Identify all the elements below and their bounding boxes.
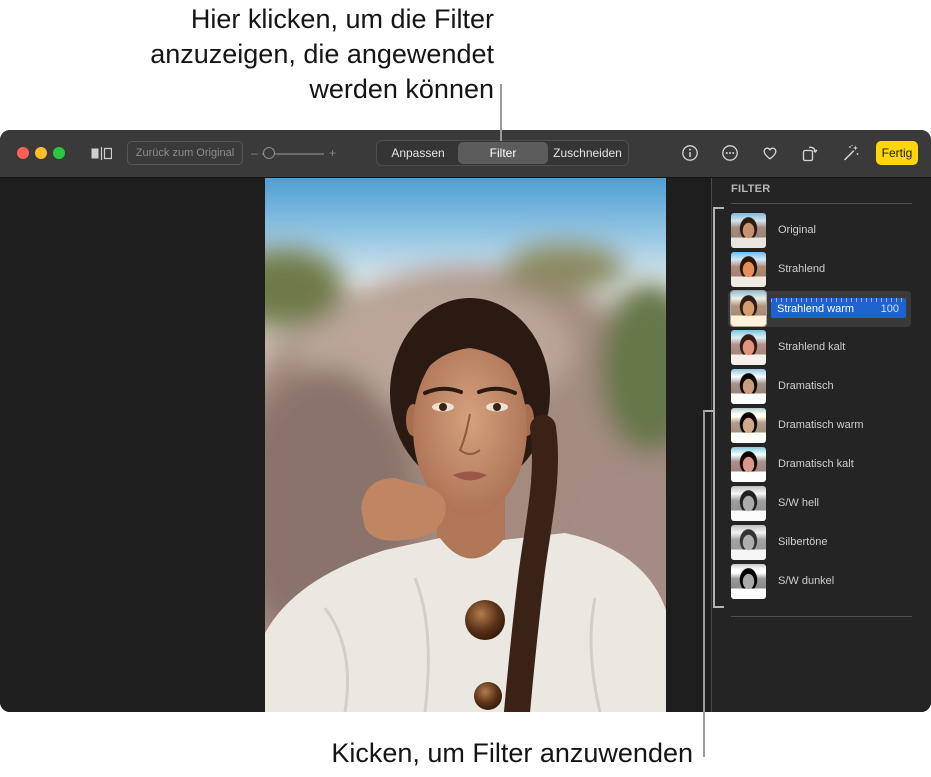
filter-thumbnail[interactable] — [731, 447, 766, 482]
filter-item-strahlend-kalt[interactable]: Strahlend kalt — [728, 328, 912, 367]
filter-item-silbertoene[interactable]: Silbertöne — [728, 523, 912, 562]
filter-intensity-slider[interactable]: Strahlend warm 100 — [771, 298, 906, 318]
photo-preview — [265, 178, 666, 712]
heart-icon[interactable] — [760, 143, 780, 163]
zoom-in-label[interactable]: + — [329, 145, 336, 161]
callout-bracket — [713, 207, 715, 608]
filter-thumbnail[interactable] — [731, 408, 766, 443]
info-button[interactable] — [680, 143, 700, 163]
filter-thumbnail[interactable] — [731, 525, 766, 560]
callout-top-line-2: anzuzeigen, die angewendet — [150, 39, 494, 69]
filter-label: Silbertöne — [778, 536, 828, 548]
callout-bracket-middle-tick — [703, 410, 714, 412]
filter-thumbnail[interactable] — [731, 369, 766, 404]
zoom-button[interactable] — [53, 147, 65, 159]
callout-bottom: Kicken, um Filter anzuwenden — [331, 738, 693, 768]
sidebar-title: FILTER — [731, 183, 771, 195]
callout-top-line-1: Hier klicken, um die Filter — [190, 4, 494, 34]
close-button[interactable] — [17, 147, 29, 159]
more-button[interactable] — [720, 143, 740, 163]
callout-bottom-leader-line — [703, 410, 705, 757]
filter-item-sw-dunkel[interactable]: S/W dunkel — [728, 562, 912, 601]
callout-top-line-3: werden können — [309, 74, 494, 104]
rotate-icon[interactable] — [800, 143, 820, 163]
filter-label: S/W dunkel — [778, 575, 835, 587]
filter-thumbnail[interactable] — [731, 213, 766, 248]
filter-item-dramatisch-warm[interactable]: Dramatisch warm — [728, 406, 912, 445]
tab-zuschneiden[interactable]: Zuschneiden — [548, 142, 627, 164]
filter-thumbnail[interactable] — [731, 486, 766, 521]
filter-label: Dramatisch warm — [778, 419, 864, 431]
filter-label: Dramatisch kalt — [778, 458, 854, 470]
filter-item-strahlend[interactable]: Strahlend — [728, 250, 912, 289]
filter-label: Strahlend warm — [777, 303, 855, 315]
magic-wand-icon[interactable] — [841, 143, 861, 163]
filter-item-strahlend-warm[interactable]: Strahlend warm 100 — [728, 289, 912, 328]
filter-item-dramatisch[interactable]: Dramatisch — [728, 367, 912, 406]
more-icon[interactable] — [720, 143, 740, 163]
info-icon[interactable] — [680, 143, 700, 163]
filter-label: S/W hell — [778, 497, 819, 509]
zoom-out-label[interactable]: – — [251, 145, 258, 161]
revert-to-original-button[interactable]: Zurück zum Original — [127, 141, 243, 165]
tab-anpassen[interactable]: Anpassen — [378, 142, 458, 164]
filter-label: Strahlend kalt — [778, 341, 846, 353]
callout-top: Hier klicken, um die Filter anzuzeigen, … — [0, 2, 494, 107]
sidebar-divider-top — [731, 203, 912, 204]
compare-icon[interactable] — [91, 147, 113, 160]
favorite-button[interactable] — [760, 143, 780, 163]
filter-item-original[interactable]: Original — [728, 211, 912, 250]
filter-thumbnail[interactable] — [731, 252, 766, 287]
filter-item-dramatisch-kalt[interactable]: Dramatisch kalt — [728, 445, 912, 484]
sidebar-divider-bottom — [731, 616, 912, 617]
toolbar: Zurück zum Original – + Anpassen Filter … — [0, 130, 931, 178]
filter-label: Original — [778, 224, 816, 236]
tab-filter[interactable]: Filter — [458, 142, 548, 164]
sidebar-separator — [711, 178, 712, 712]
filter-thumbnail[interactable] — [731, 330, 766, 365]
filter-thumbnail[interactable] — [731, 291, 766, 326]
done-button[interactable]: Fertig — [876, 141, 918, 165]
rotate-button[interactable] — [800, 143, 820, 163]
zoom-slider-knob[interactable] — [263, 147, 276, 159]
editor-area: FILTER Original Strahlend Strahlend warm… — [0, 178, 931, 712]
filter-thumbnail[interactable] — [731, 564, 766, 599]
enhance-button[interactable] — [841, 143, 861, 163]
minimize-button[interactable] — [35, 147, 47, 159]
filter-item-sw-hell[interactable]: S/W hell — [728, 484, 912, 523]
callout-bracket-bottom-tick — [713, 606, 724, 608]
edit-mode-tabs: Anpassen Filter Zuschneiden — [376, 140, 629, 166]
callout-bracket-top-tick — [713, 207, 724, 209]
filter-label: Strahlend — [778, 263, 826, 275]
intensity-value: 100 — [880, 303, 899, 315]
filter-label: Dramatisch — [778, 380, 834, 392]
callout-top-leader-line — [500, 84, 502, 141]
photos-window: Zurück zum Original – + Anpassen Filter … — [0, 130, 931, 712]
